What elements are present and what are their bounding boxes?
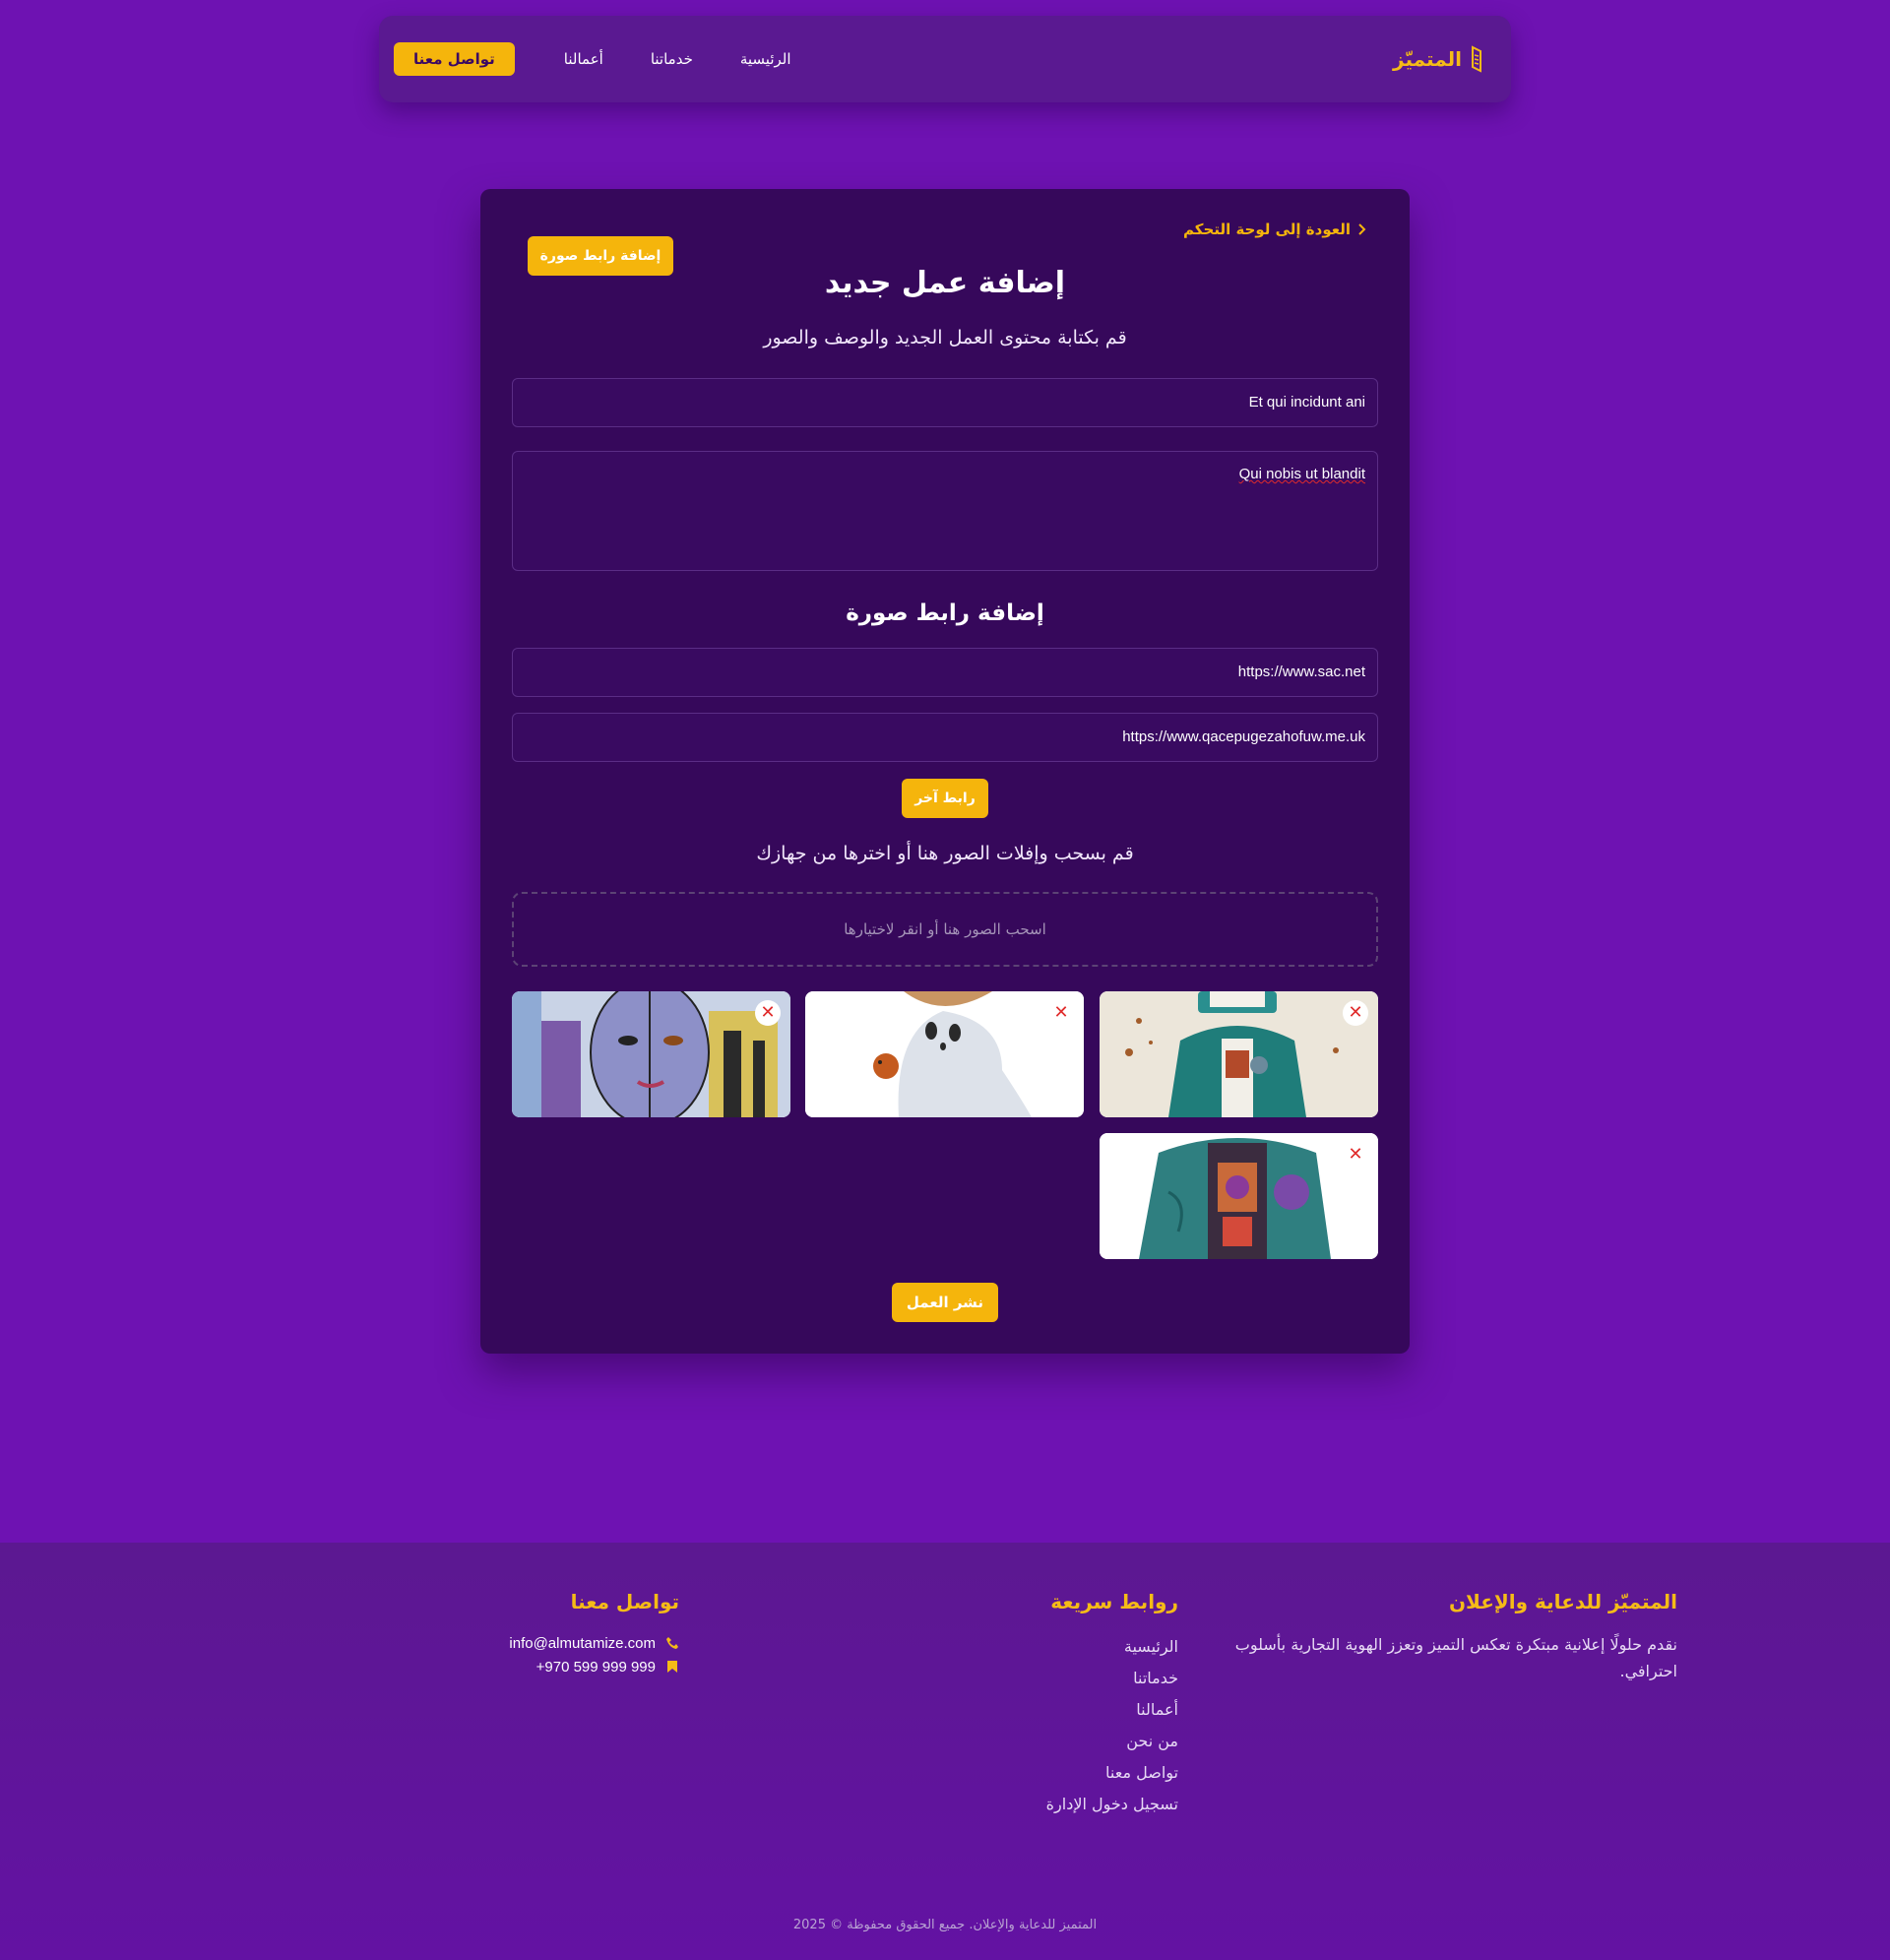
image-thumbnail-jacket: ✕	[1100, 1133, 1378, 1259]
contact-email[interactable]: info@almutamize.com	[384, 1631, 679, 1655]
drop-hint: قم بسحب وإفلات الصور هنا أو اخترها من جه…	[756, 843, 1134, 864]
contact-email-text: info@almutamize.com	[509, 1634, 656, 1652]
contact-phone[interactable]: +970 599 999 999	[384, 1655, 679, 1678]
image-url-input-1[interactable]: https://www.sac.net	[512, 648, 1378, 697]
ghost-illustration	[805, 991, 1084, 1117]
image-thumbnail-face: ✕	[512, 991, 790, 1117]
footer-about-title: المتميّز للدعاية والإعلان	[1448, 1590, 1677, 1613]
back-link-label: العودة إلى لوحة التحكم	[1183, 221, 1351, 238]
image-thumbnail-robot: ✕	[1100, 991, 1378, 1117]
footer-links-title: روابط سريعة	[1050, 1590, 1178, 1613]
jacket-illustration	[1100, 1133, 1378, 1259]
nav-link-home[interactable]: الرئيسية	[740, 50, 791, 68]
footer-contact-title: تواصل معنا	[570, 1590, 679, 1613]
chevron-right-icon	[1358, 223, 1366, 235]
brand[interactable]: المتميّز	[1393, 45, 1483, 73]
footer-about-text: نقدم حلولًا إعلانية مبتكرة تعكس التميز و…	[1234, 1635, 1677, 1680]
nav-link-works[interactable]: أعمالنا	[564, 50, 603, 68]
copyright: المتميز للدعاية والإعلان. جميع الحقوق مح…	[792, 1918, 1098, 1932]
image-url-section-title: إضافة رابط صورة	[846, 601, 1044, 626]
nav-link-services[interactable]: خدماتنا	[651, 50, 693, 68]
footer-link-admin-login[interactable]: تسجيل دخول الإدارة	[883, 1789, 1178, 1820]
image-thumbnail-ghost: ✕	[805, 991, 1084, 1117]
phone-icon	[666, 1637, 678, 1649]
brand-name: المتميّز	[1393, 47, 1462, 71]
description-text: Qui nobis ut blandit	[1238, 466, 1365, 482]
navbar: المتميّز تواصل معنا أعمالنا خدماتنا الرئ…	[379, 16, 1511, 102]
footer: المتميّز للدعاية والإعلان نقدم حلولًا إع…	[0, 1543, 1890, 1960]
page-title: إضافة عمل جديد	[824, 266, 1066, 300]
publish-work-button[interactable]: نشر العمل	[892, 1283, 998, 1322]
add-work-card: العودة إلى لوحة التحكم إضافة رابط صورة إ…	[480, 189, 1410, 1354]
remove-image-button[interactable]: ✕	[1343, 1000, 1368, 1026]
envelope-icon	[667, 1661, 677, 1673]
footer-link-works[interactable]: أعمالنا	[883, 1694, 1178, 1726]
remove-image-button[interactable]: ✕	[1048, 1000, 1074, 1026]
remove-image-button[interactable]: ✕	[1343, 1142, 1368, 1168]
robot-illustration	[1100, 991, 1378, 1117]
brand-logo-icon	[1472, 45, 1481, 73]
remove-image-button[interactable]: ✕	[755, 1000, 781, 1026]
page-subtitle: قم بكتابة محتوى العمل الجديد والوصف والص…	[763, 327, 1127, 348]
footer-about: المتميّز للدعاية والإعلان نقدم حلولًا إع…	[1234, 1590, 1677, 1684]
footer-link-contact[interactable]: تواصل معنا	[883, 1757, 1178, 1789]
contact-us-button[interactable]: تواصل معنا	[394, 42, 515, 76]
back-to-dashboard-link[interactable]: العودة إلى لوحة التحكم	[1183, 221, 1366, 238]
image-dropzone[interactable]: اسحب الصور هنا أو انقر لاختيارها	[512, 892, 1378, 967]
footer-contact: تواصل معنا info@almutamize.com +970 599 …	[384, 1590, 679, 1678]
work-title-input[interactable]: Et qui incidunt ani	[512, 378, 1378, 427]
footer-link-about[interactable]: من نحن	[883, 1726, 1178, 1757]
nav-links: تواصل معنا أعمالنا خدماتنا الرئيسية	[394, 42, 815, 76]
footer-link-home[interactable]: الرئيسية	[883, 1631, 1178, 1663]
image-url-input-2[interactable]: https://www.qacepugezahofuw.me.uk	[512, 713, 1378, 762]
contact-phone-text: +970 599 999 999	[536, 1658, 656, 1675]
footer-quick-links: روابط سريعة الرئيسية خدماتنا أعمالنا من …	[883, 1590, 1178, 1820]
face-city-illustration	[512, 991, 790, 1117]
footer-link-services[interactable]: خدماتنا	[883, 1663, 1178, 1694]
another-link-button[interactable]: رابط آخر	[902, 779, 988, 818]
work-description-textarea[interactable]: Qui nobis ut blandit	[512, 451, 1378, 571]
